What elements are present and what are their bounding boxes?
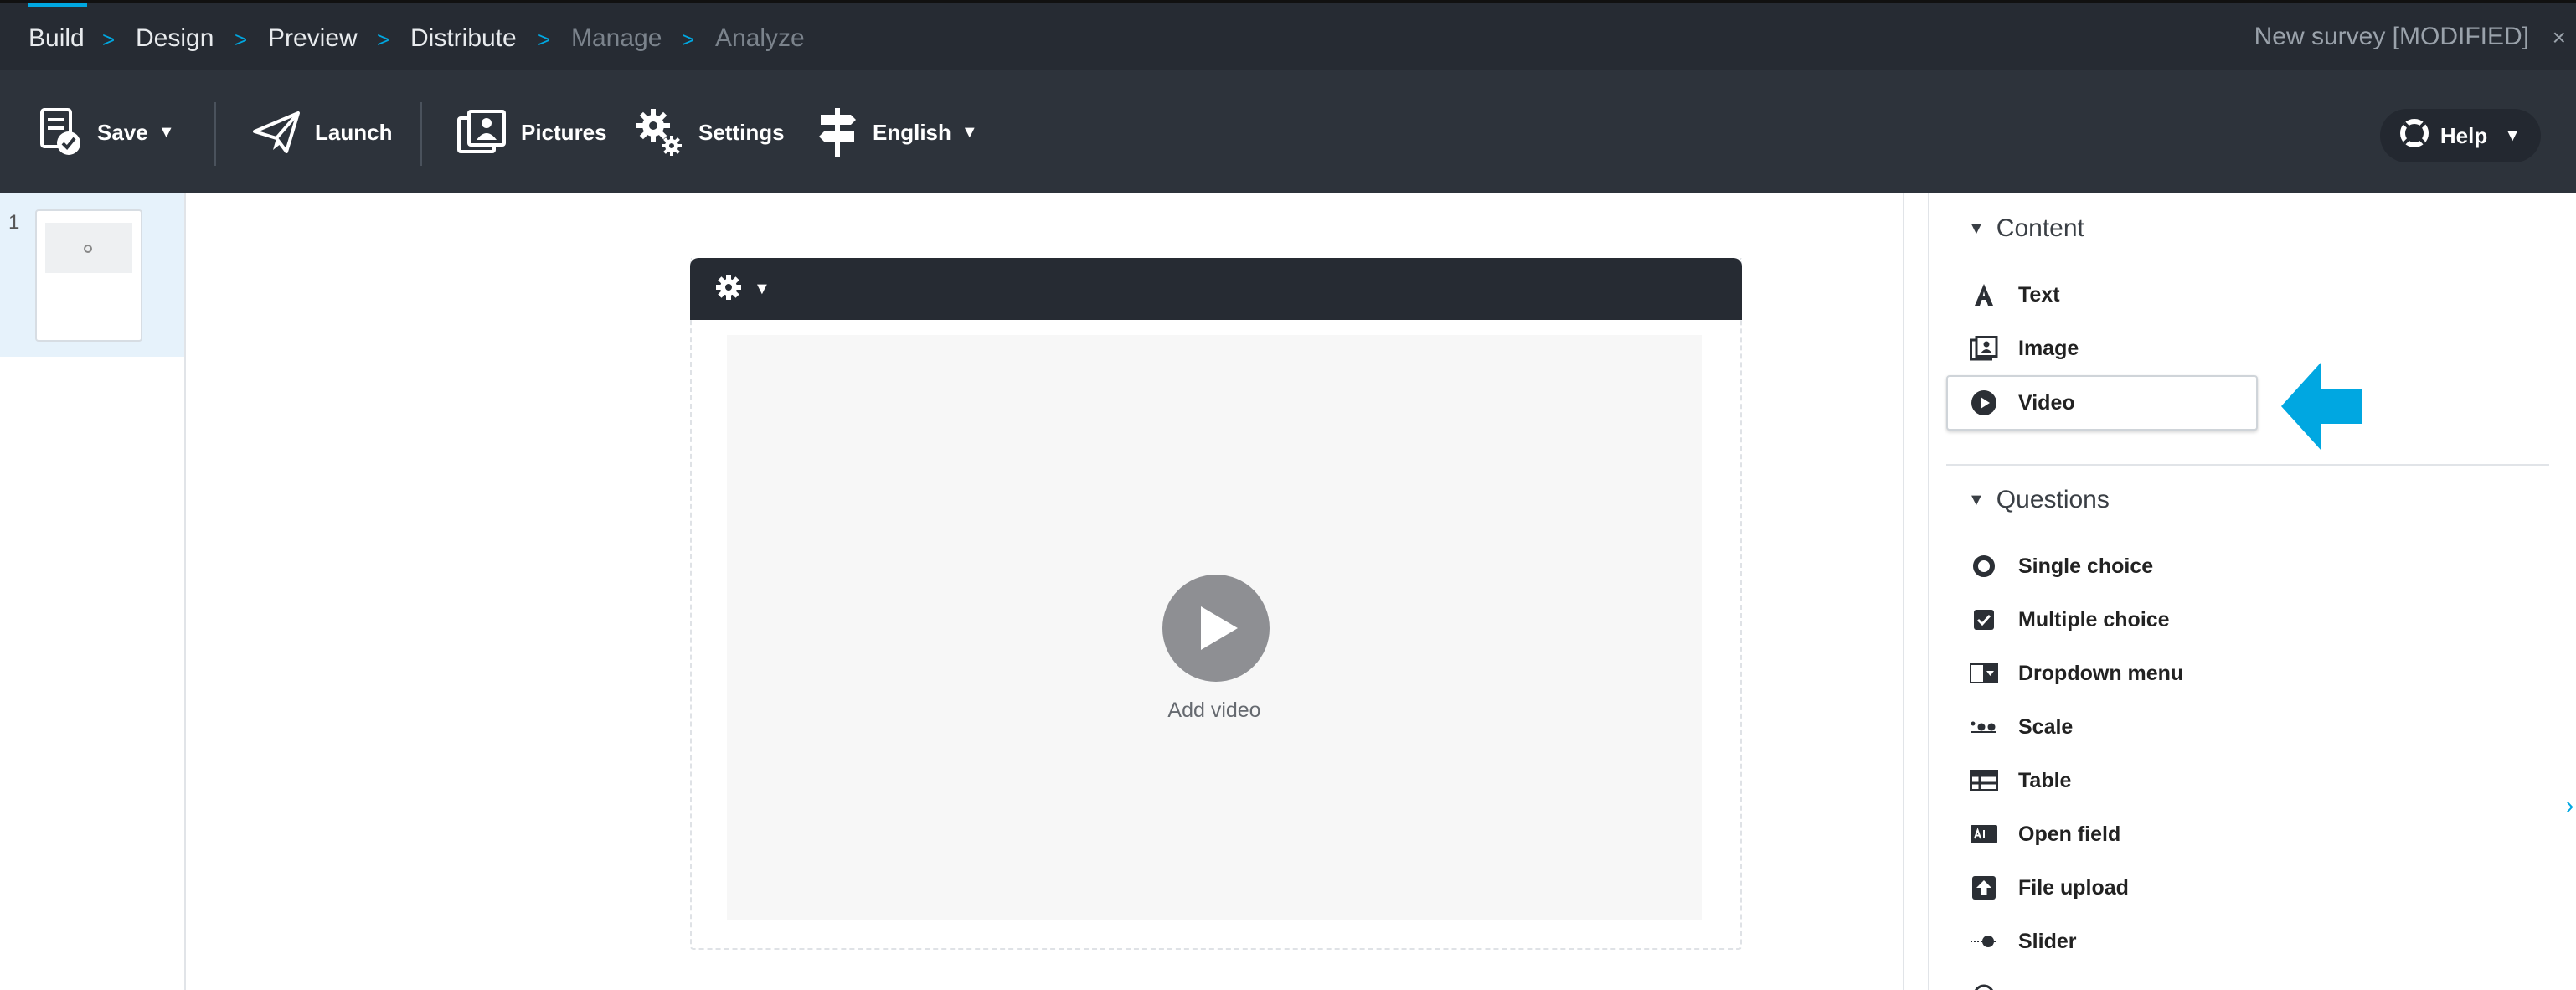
settings-button[interactable]: Settings	[635, 106, 785, 159]
block-header: ▼	[690, 258, 1742, 320]
help-button[interactable]: Help ▼	[2379, 109, 2541, 162]
question-item-label: Scale	[2018, 714, 2074, 739]
panel-border	[1903, 193, 1904, 990]
question-item-open-field[interactable]: Open field	[1970, 816, 2120, 853]
page-thumbnail[interactable]	[35, 209, 142, 342]
add-video-label[interactable]: Add video	[727, 699, 1702, 723]
pictures-label: Pictures	[521, 119, 607, 145]
content-item-label: Text	[2018, 282, 2060, 307]
triangle-down-icon: ▼	[1968, 490, 1985, 509]
signpost-icon	[817, 106, 858, 158]
caret-down-icon: ▼	[2504, 126, 2521, 145]
toolbar: Save ▼ Launch Pictures Settings English …	[0, 70, 2576, 193]
nav-design[interactable]: Design	[136, 23, 214, 54]
content-section-title: Content	[1996, 214, 2084, 242]
gear-icon	[635, 107, 683, 157]
save-label: Save	[97, 119, 148, 145]
survey-canvas: ▼ Add video	[186, 193, 1903, 990]
question-item-label: Table	[2018, 768, 2072, 792]
nav-manage: Manage	[571, 24, 662, 52]
video-block[interactable]: ▼ Add video	[690, 258, 1742, 950]
question-item-single-choice[interactable]: Single choice	[1970, 548, 2153, 585]
content-item-text[interactable]: Text	[1970, 276, 2060, 313]
content-section-toggle[interactable]: ▼ Content	[1968, 214, 2084, 243]
section-divider	[1946, 464, 2549, 466]
nav-preview[interactable]: Preview	[268, 23, 358, 54]
radio-icon	[1970, 552, 1998, 580]
chevron-right-icon: >	[682, 27, 695, 52]
question-item-label: File upload	[2018, 875, 2129, 900]
arrow-left-icon	[2280, 360, 2363, 456]
toolbar-divider	[214, 102, 216, 166]
page-number: 1	[8, 211, 20, 234]
launch-button[interactable]: Launch	[253, 106, 392, 159]
top-navigation-bar: Build > Design > Preview > Distribute > …	[0, 0, 2576, 70]
question-item-slider[interactable]: Slider	[1970, 923, 2076, 960]
save-button[interactable]: Save ▼	[40, 106, 175, 159]
question-item-file-upload[interactable]: File upload	[1970, 869, 2129, 906]
content-item-image[interactable]: Image	[1970, 330, 2079, 367]
question-item-partial[interactable]	[1970, 977, 1998, 990]
caret-down-icon: ▼	[157, 122, 175, 142]
question-item-table[interactable]: Table	[1970, 762, 2071, 799]
nav-distribute[interactable]: Distribute	[410, 23, 517, 54]
lifebuoy-icon	[2399, 118, 2429, 153]
survey-title: New survey [MODIFIED]	[2254, 23, 2529, 50]
triangle-down-icon: ▼	[1968, 219, 1985, 238]
question-item-scale[interactable]: Scale	[1970, 709, 2073, 745]
table-icon	[1970, 766, 1998, 795]
file-upload-icon	[1970, 874, 1998, 902]
thumbnail-video-icon	[84, 245, 92, 253]
chevron-right-icon[interactable]: ›	[2566, 792, 2573, 819]
video-placeholder[interactable]: Add video	[727, 335, 1702, 920]
question-item-multiple-choice[interactable]: Multiple choice	[1970, 601, 2170, 638]
page-thumbnails-rail: 1	[0, 193, 186, 990]
content-item-label: Video	[2018, 390, 2075, 415]
checkbox-icon	[1970, 606, 1998, 634]
chevron-right-icon: >	[377, 27, 390, 52]
settings-label: Settings	[698, 119, 785, 145]
chevron-right-icon: >	[234, 27, 248, 52]
open-field-icon	[1970, 820, 1998, 848]
save-icon	[40, 108, 82, 157]
nav-build[interactable]: Build	[28, 23, 85, 54]
video-icon	[1970, 389, 1998, 417]
question-item-label: Open field	[2018, 822, 2121, 846]
question-item-label: Dropdown menu	[2018, 661, 2184, 685]
language-label: English	[873, 119, 951, 145]
content-item-label: Image	[2018, 336, 2079, 360]
pictures-button[interactable]: Pictures	[457, 106, 607, 159]
paper-plane-icon	[253, 111, 300, 153]
scale-icon	[1970, 713, 1998, 741]
toolbar-divider	[420, 102, 422, 166]
question-item-dropdown[interactable]: Dropdown menu	[1970, 655, 2183, 692]
slider-icon	[1970, 927, 1998, 956]
panel-border	[1928, 193, 1929, 990]
question-item-label: Multiple choice	[2018, 607, 2170, 632]
chevron-right-icon: >	[102, 27, 116, 52]
launch-label: Launch	[315, 119, 393, 145]
pictures-icon	[457, 110, 506, 155]
question-item-label: Slider	[2018, 929, 2077, 953]
block-gear-icon[interactable]	[715, 274, 742, 305]
language-dropdown[interactable]: English ▼	[817, 106, 978, 159]
help-label: Help	[2439, 122, 2488, 148]
chevron-right-icon: >	[538, 27, 551, 52]
questions-section-toggle[interactable]: ▼ Questions	[1968, 486, 2110, 514]
text-icon	[1970, 281, 1998, 309]
active-step-indicator	[28, 3, 87, 7]
caret-down-icon[interactable]: ▼	[754, 280, 770, 299]
play-icon[interactable]	[1162, 575, 1270, 682]
image-icon	[1970, 334, 1998, 363]
content-item-video[interactable]: Video	[1946, 375, 2258, 431]
close-icon[interactable]: ×	[2553, 23, 2566, 53]
elements-panel: ▼ Content Text Image Video ▼ Questions S…	[1903, 193, 2576, 990]
nav-analyze: Analyze	[715, 24, 805, 52]
question-item-label: Single choice	[2018, 554, 2154, 578]
dropdown-icon	[1970, 659, 1998, 688]
radio-icon	[1970, 981, 1998, 990]
questions-section-title: Questions	[1996, 486, 2110, 513]
caret-down-icon: ▼	[961, 122, 978, 142]
